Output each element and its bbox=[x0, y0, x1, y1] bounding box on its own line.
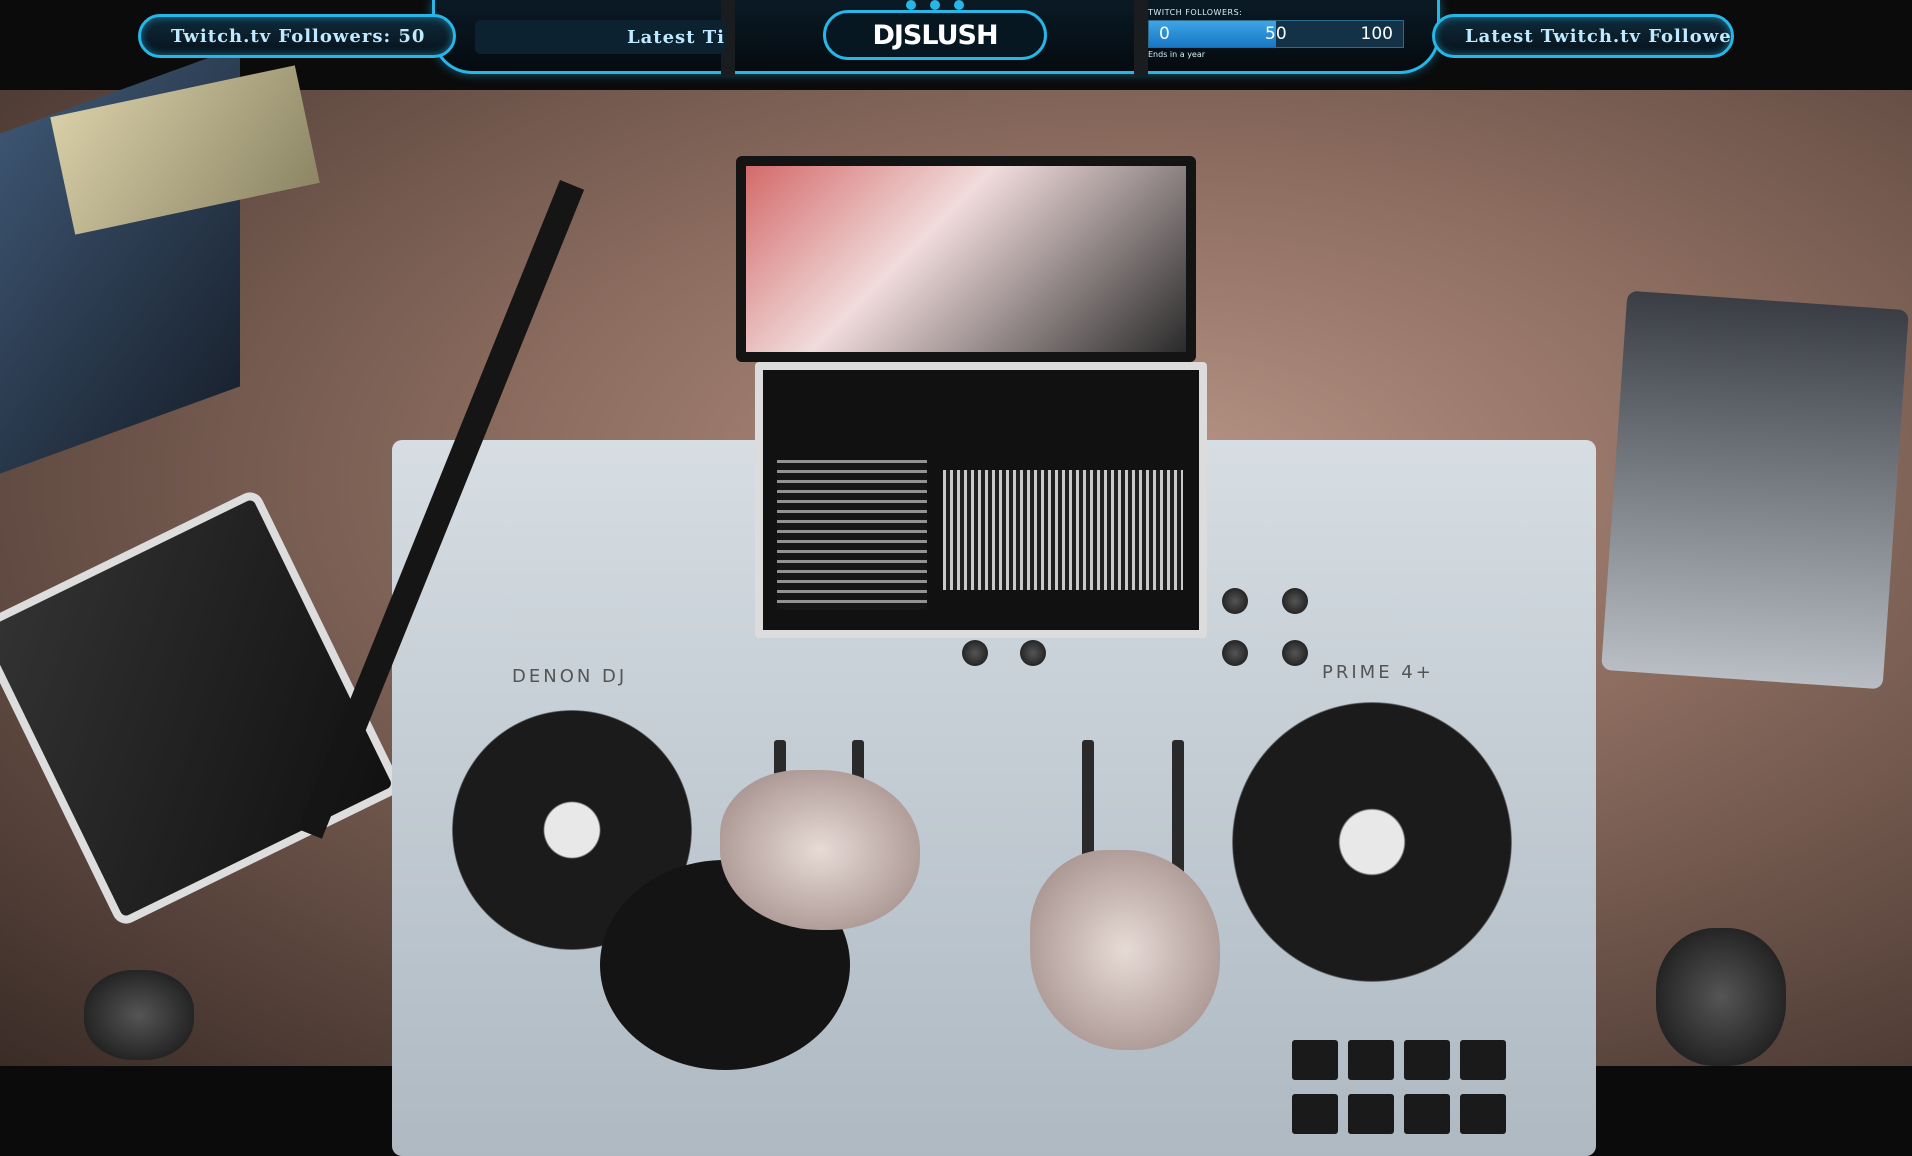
latest-follower-text: Latest Twitch.tv Follower bbox=[1465, 25, 1734, 47]
goal-progress-bar: 0 50 100 bbox=[1148, 20, 1404, 48]
performance-pad bbox=[1348, 1094, 1394, 1134]
waveform-display bbox=[943, 470, 1183, 590]
computer-mouse bbox=[1656, 928, 1786, 1066]
wall-poster bbox=[50, 65, 320, 235]
follower-count-pill: Twitch.tv Followers: 50 bbox=[138, 14, 456, 58]
mixer-knob bbox=[1282, 588, 1308, 614]
performance-pad bbox=[1404, 1094, 1450, 1134]
computer-mouse bbox=[84, 970, 194, 1060]
follower-goal-widget: TWITCH FOLLOWERS: 0 50 100 Ends in a yea… bbox=[1148, 8, 1408, 66]
performance-pad bbox=[1460, 1040, 1506, 1080]
mixer-knob bbox=[962, 640, 988, 666]
mixer-knob bbox=[1222, 640, 1248, 666]
logo-name: SLUSH bbox=[902, 19, 999, 51]
follower-count-text: Twitch.tv Followers: 50 bbox=[171, 25, 426, 47]
stream-video-frame: DENON DJ PRIME 4+ Twitch.tv Followers: 5… bbox=[0, 0, 1912, 1156]
performance-pad bbox=[1292, 1094, 1338, 1134]
ticker-text: Latest Ti bbox=[626, 26, 725, 48]
side-tablet bbox=[0, 487, 404, 929]
dj-desk-scene: DENON DJ PRIME 4+ bbox=[0, 46, 1912, 1156]
channel-fader bbox=[1172, 740, 1184, 880]
stream-overlay-bar: Twitch.tv Followers: 50 Latest Ti DJ SLUS… bbox=[0, 0, 1912, 90]
latest-follower-pill: Latest Twitch.tv Follower bbox=[1432, 14, 1734, 58]
track-list bbox=[777, 460, 927, 610]
goal-min-label: 0 bbox=[1159, 24, 1170, 44]
logo-prefix: DJ bbox=[872, 19, 903, 51]
mixer-knob bbox=[1020, 640, 1046, 666]
goal-max-label: 100 bbox=[1360, 24, 1393, 44]
performance-pad bbox=[1292, 1040, 1338, 1080]
goal-current-label: 50 bbox=[1265, 24, 1287, 44]
performance-pad bbox=[1348, 1040, 1394, 1080]
right-jog-wheel bbox=[1232, 702, 1512, 982]
controller-brand-right: PRIME 4+ bbox=[1322, 662, 1434, 683]
channel-logo: DJ SLUSH bbox=[823, 10, 1047, 60]
latest-follower-ticker: Latest Ti bbox=[475, 20, 725, 54]
overhead-monitor bbox=[736, 156, 1196, 362]
mixer-knob bbox=[1222, 588, 1248, 614]
controller-touchscreen bbox=[755, 362, 1207, 638]
dj-left-hand bbox=[720, 770, 920, 930]
dj-right-hand bbox=[1030, 850, 1220, 1050]
mixer-knob bbox=[1282, 640, 1308, 666]
controller-brand-left: DENON DJ bbox=[512, 666, 628, 687]
performance-pad bbox=[1460, 1094, 1506, 1134]
overlay-divider bbox=[1134, 0, 1148, 76]
performance-pad bbox=[1404, 1040, 1450, 1080]
side-audio-mixer bbox=[1601, 290, 1909, 690]
goal-end-note: Ends in a year bbox=[1148, 50, 1206, 59]
goal-title: TWITCH FOLLOWERS: bbox=[1148, 8, 1243, 17]
